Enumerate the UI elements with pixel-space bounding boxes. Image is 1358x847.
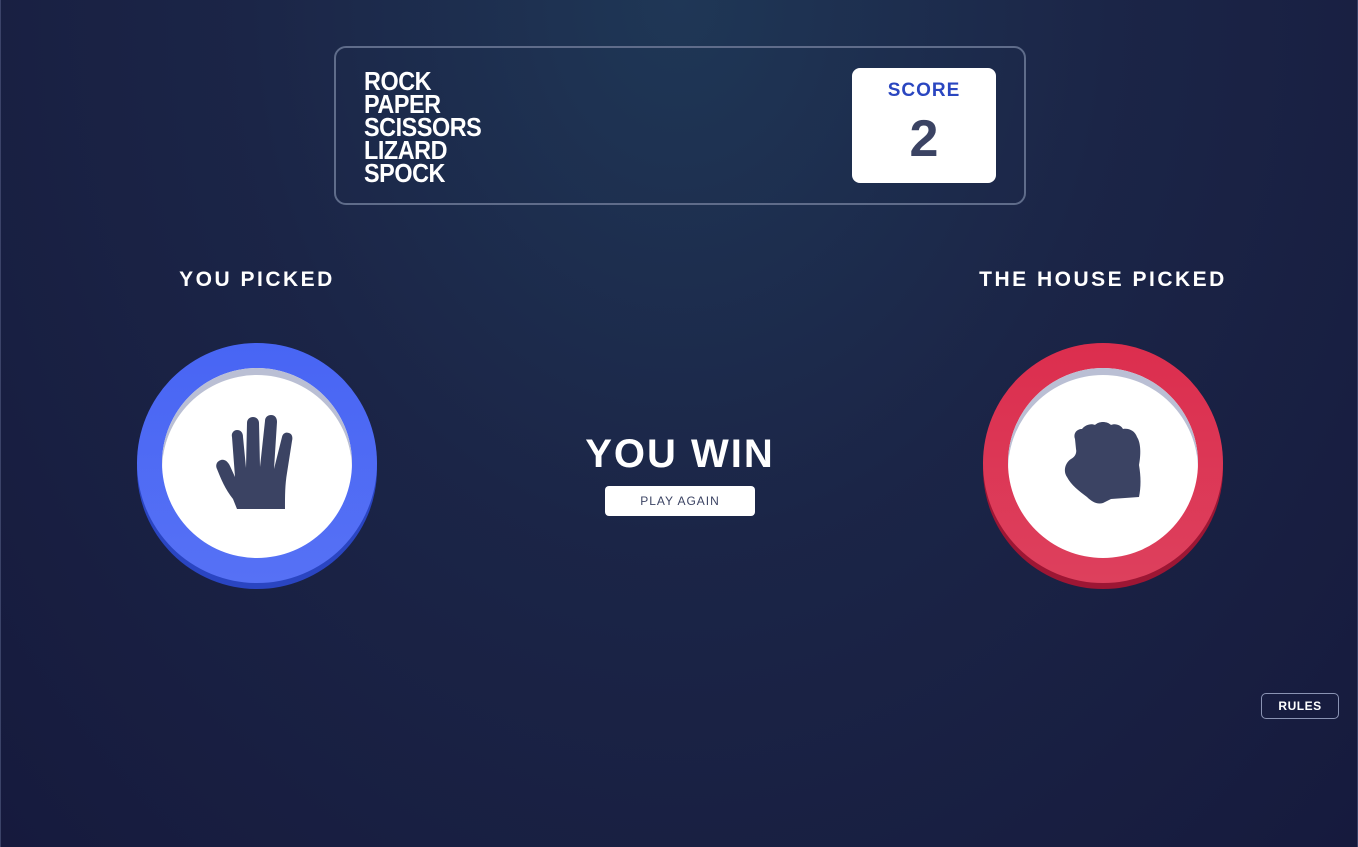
score-label: SCORE [887, 80, 961, 101]
rules-button[interactable]: RULES [1261, 693, 1339, 719]
score-box: SCORE 2 [852, 68, 996, 183]
score-value: 2 [909, 110, 939, 168]
paper-hand-icon [216, 415, 293, 509]
result-text: YOU WIN [585, 432, 775, 476]
token-face [1008, 368, 1198, 558]
score-header: ROCK PAPER SCISSORS LIZARD SPOCK SCORE 2 [334, 46, 1026, 205]
rock-fist-icon [1064, 422, 1141, 504]
player-pick-title: YOU PICKED [179, 268, 335, 291]
player-choice-token [137, 343, 377, 589]
play-again-button[interactable]: PLAY AGAIN [605, 486, 755, 516]
house-choice-token [983, 343, 1223, 589]
token-face [162, 368, 352, 558]
logo-word-spock: SPOCK [364, 158, 445, 188]
house-pick-title: THE HOUSE PICKED [979, 268, 1227, 291]
game-logo: ROCK PAPER SCISSORS LIZARD SPOCK [364, 68, 494, 188]
result-panel: YOU WIN [555, 432, 805, 477]
